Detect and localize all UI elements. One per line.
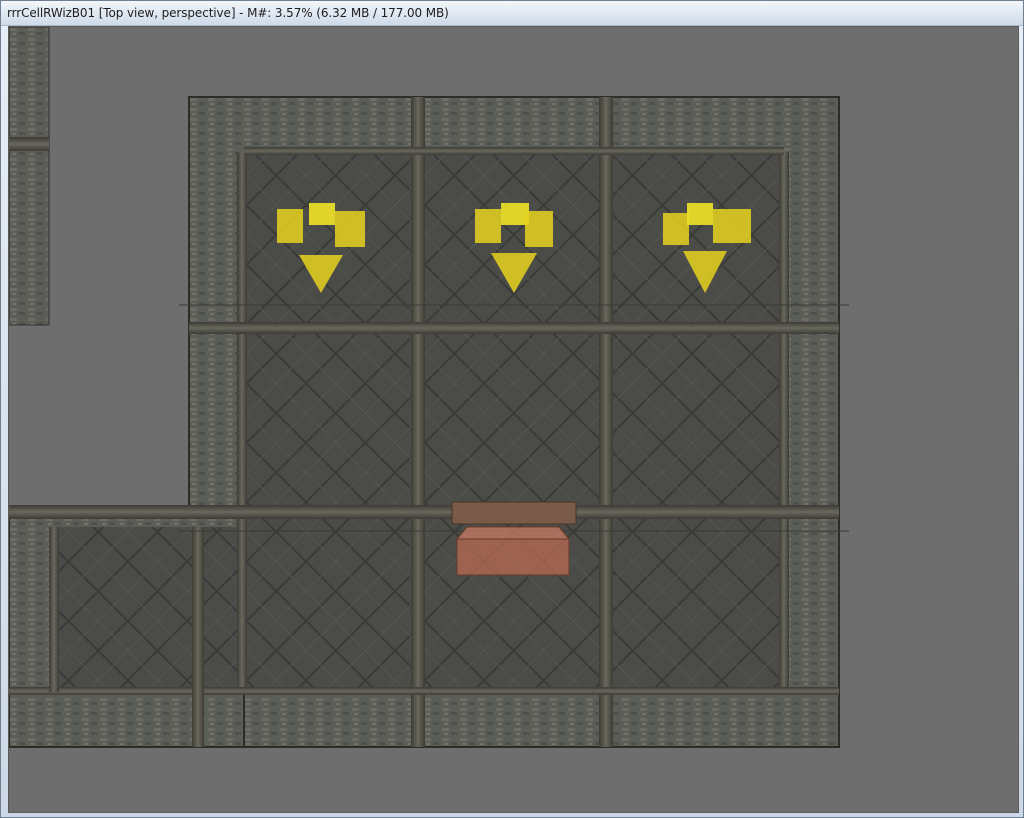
- render-viewport[interactable]: [8, 26, 1019, 813]
- left-room-fragment: [9, 27, 50, 326]
- window-title: rrrCellRWizB01 [Top view, perspective] -…: [7, 6, 449, 20]
- scene-canvas[interactable]: [9, 27, 1018, 812]
- editor-window: rrrCellRWizB01 [Top view, perspective] -…: [0, 0, 1024, 818]
- chest[interactable]: [451, 501, 577, 576]
- title-bar[interactable]: rrrCellRWizB01 [Top view, perspective] -…: [1, 1, 1023, 26]
